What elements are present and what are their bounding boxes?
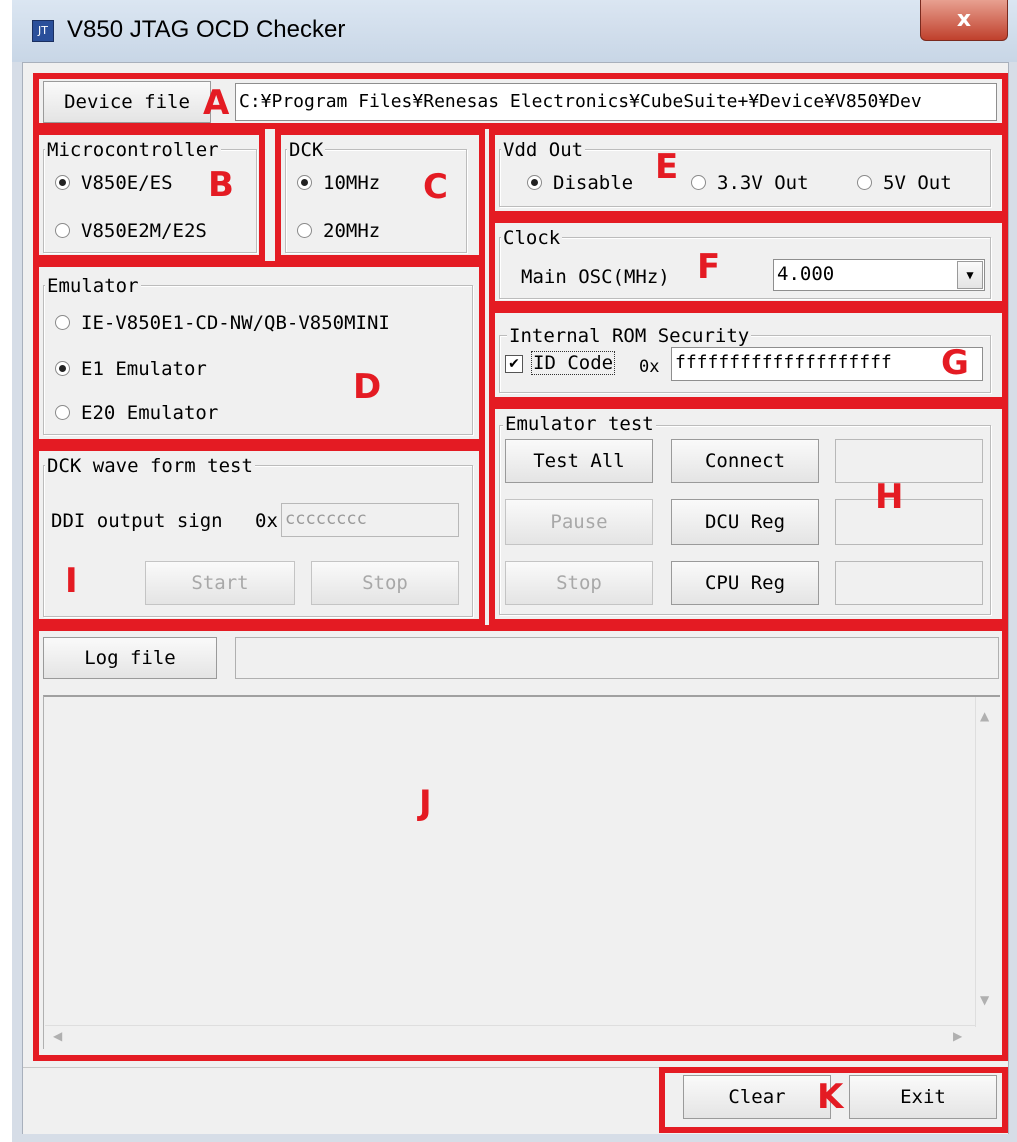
region-a	[33, 73, 1008, 129]
region-g	[489, 307, 1008, 403]
region-h	[489, 403, 1008, 625]
region-f	[489, 217, 1008, 307]
app-window: JT V850 JTAG OCD Checker x Device file C…	[12, 0, 1017, 1142]
region-j	[33, 625, 1008, 1061]
title-bar[interactable]: JT V850 JTAG OCD Checker x	[12, 0, 1017, 62]
window-title: V850 JTAG OCD Checker	[67, 16, 346, 43]
region-d	[33, 261, 485, 445]
region-c	[275, 129, 485, 261]
region-i	[33, 445, 485, 625]
region-k	[659, 1067, 1008, 1133]
client-area: Device file C:¥Program Files¥Renesas Ele…	[22, 62, 1009, 1134]
close-button[interactable]: x	[920, 0, 1008, 41]
app-icon: JT	[32, 20, 54, 42]
region-b	[33, 129, 265, 261]
region-e	[489, 129, 1008, 217]
